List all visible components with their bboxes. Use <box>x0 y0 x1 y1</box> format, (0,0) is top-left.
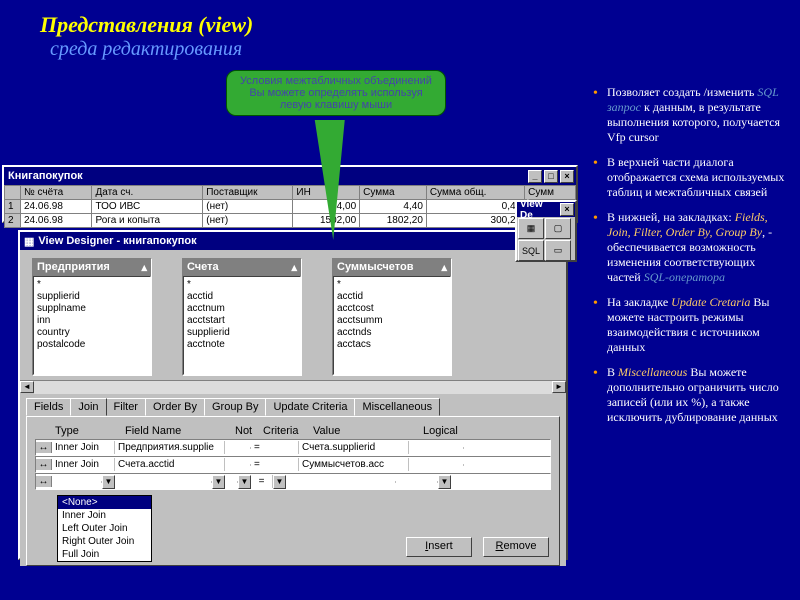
row-handle-icon[interactable]: ↔ <box>36 476 52 487</box>
tab-groupby[interactable]: Group By <box>204 398 266 416</box>
table-card-predpriyatiya[interactable]: Предприятия▴ * supplierid supplname inn … <box>32 258 152 376</box>
tab-strip: Fields Join Filter Order By Group By Upd… <box>26 398 560 416</box>
join-column-headers: Type Field Name Not Criteria Value Logic… <box>55 425 551 437</box>
close-button[interactable]: × <box>560 170 574 183</box>
bullet-5: В Miscellaneous Вы можете дополнительно … <box>593 365 788 425</box>
type-dropdown-button[interactable]: ▼ <box>102 475 115 489</box>
grid-title: Книгапокупок <box>8 170 83 182</box>
add-table-icon[interactable]: ▦ <box>518 218 544 239</box>
tab-orderby[interactable]: Order By <box>145 398 205 416</box>
scroll-left-icon[interactable]: ◄ <box>20 381 34 393</box>
dropdown-option[interactable]: <None> <box>58 496 151 509</box>
bullet-4: На закладке Update Cretaria Вы можете на… <box>593 295 788 355</box>
insert-button[interactable]: IInsertnsert <box>406 537 472 557</box>
sql-button[interactable]: SQL <box>518 240 544 261</box>
horizontal-scrollbar[interactable]: ◄ ► <box>20 380 566 394</box>
remove-table-icon[interactable]: ▢ <box>545 218 571 239</box>
tab-filter[interactable]: Filter <box>106 398 146 416</box>
table-diagram-pane[interactable]: Предприятия▴ * supplierid supplname inn … <box>20 250 566 380</box>
callout-annotation: Условия межтабличных объединений Вы може… <box>226 70 446 116</box>
tab-fields[interactable]: Fields <box>26 398 71 416</box>
row-handle-icon[interactable]: ↔ <box>36 459 52 470</box>
bullet-3: В нижней, на закладках: Fields, Join, Fi… <box>593 210 788 285</box>
grid-titlebar[interactable]: Книгапокупок _ □ × <box>4 167 576 185</box>
tab-update-criteria[interactable]: Update Criteria <box>265 398 355 416</box>
dropdown-option[interactable]: Left Outer Join <box>58 522 151 535</box>
field-dropdown-button[interactable]: ▼ <box>212 475 225 489</box>
data-grid[interactable]: № счёта Дата сч. Поставщик ИН Сумма Сумм… <box>4 185 576 228</box>
dropdown-option[interactable]: Inner Join <box>58 509 151 522</box>
maximize-icon[interactable]: ▭ <box>545 240 571 261</box>
join-tab-page: Type Field Name Not Criteria Value Logic… <box>26 416 560 566</box>
minimize-button[interactable]: _ <box>528 170 542 183</box>
maximize-button[interactable]: □ <box>544 170 558 183</box>
chevron-up-icon[interactable]: ▴ <box>441 261 447 274</box>
tab-misc[interactable]: Miscellaneous <box>354 398 440 416</box>
chevron-up-icon[interactable]: ▴ <box>141 261 147 274</box>
join-row[interactable]: ↔ Inner Join Предприятия.supplie = Счета… <box>35 439 551 456</box>
scroll-right-icon[interactable]: ► <box>552 381 566 393</box>
criteria-dropdown-button[interactable]: ▼ <box>273 475 286 489</box>
close-icon[interactable]: × <box>560 203 574 216</box>
chevron-up-icon[interactable]: ▴ <box>291 261 297 274</box>
description-panel: Позволяет создать /изменить SQL запрос к… <box>593 85 788 435</box>
not-dropdown-button[interactable]: ▼ <box>238 475 251 489</box>
view-designer-toolbar[interactable]: View De× ▦ ▢ SQL ▭ <box>515 200 577 262</box>
slide-title: Представления (view) <box>0 0 800 38</box>
bullet-1: Позволяет создать /изменить SQL запрос к… <box>593 85 788 145</box>
table-row: 2 24.06.98 Рога и копыта (нет) 1502,00 1… <box>5 214 576 228</box>
slide-subtitle: среда редактирования <box>0 38 800 61</box>
dropdown-option[interactable]: Full Join <box>58 548 151 561</box>
bullet-2: В верхней части диалога отображается схе… <box>593 155 788 200</box>
row-handle-icon[interactable]: ↔ <box>36 442 52 453</box>
dropdown-option[interactable]: Right Outer Join <box>58 535 151 548</box>
join-type-dropdown[interactable]: <None> Inner Join Left Outer Join Right … <box>57 495 152 562</box>
logical-dropdown-button[interactable]: ▼ <box>438 475 451 489</box>
tab-join[interactable]: Join <box>70 398 106 416</box>
join-row-new[interactable]: ↔ ▼ ▼ ▼ = ▼ ▼ <box>35 473 551 490</box>
table-row: 1 24.06.98 ТОО ИВС (нет) 4,00 4,40 0,40 <box>5 200 576 214</box>
view-designer-window: ▦ View Designer - книгапокупок _ □ × Пре… <box>18 230 568 560</box>
remove-button[interactable]: RRemoveemove <box>483 537 549 557</box>
app-icon: ▦ <box>24 235 34 248</box>
table-card-scheta[interactable]: Счета▴ * acctid acctnum acctstart suppli… <box>182 258 302 376</box>
vd-titlebar[interactable]: ▦ View Designer - книгапокупок _ □ × <box>20 232 566 250</box>
data-grid-window: Книгапокупок _ □ × № счёта Дата сч. Пост… <box>2 165 578 223</box>
table-card-summyschetov[interactable]: Суммысчетов▴ * acctid acctcost acctsumm … <box>332 258 452 376</box>
join-row[interactable]: ↔ Inner Join Счета.acctid = Суммысчетов.… <box>35 456 551 473</box>
